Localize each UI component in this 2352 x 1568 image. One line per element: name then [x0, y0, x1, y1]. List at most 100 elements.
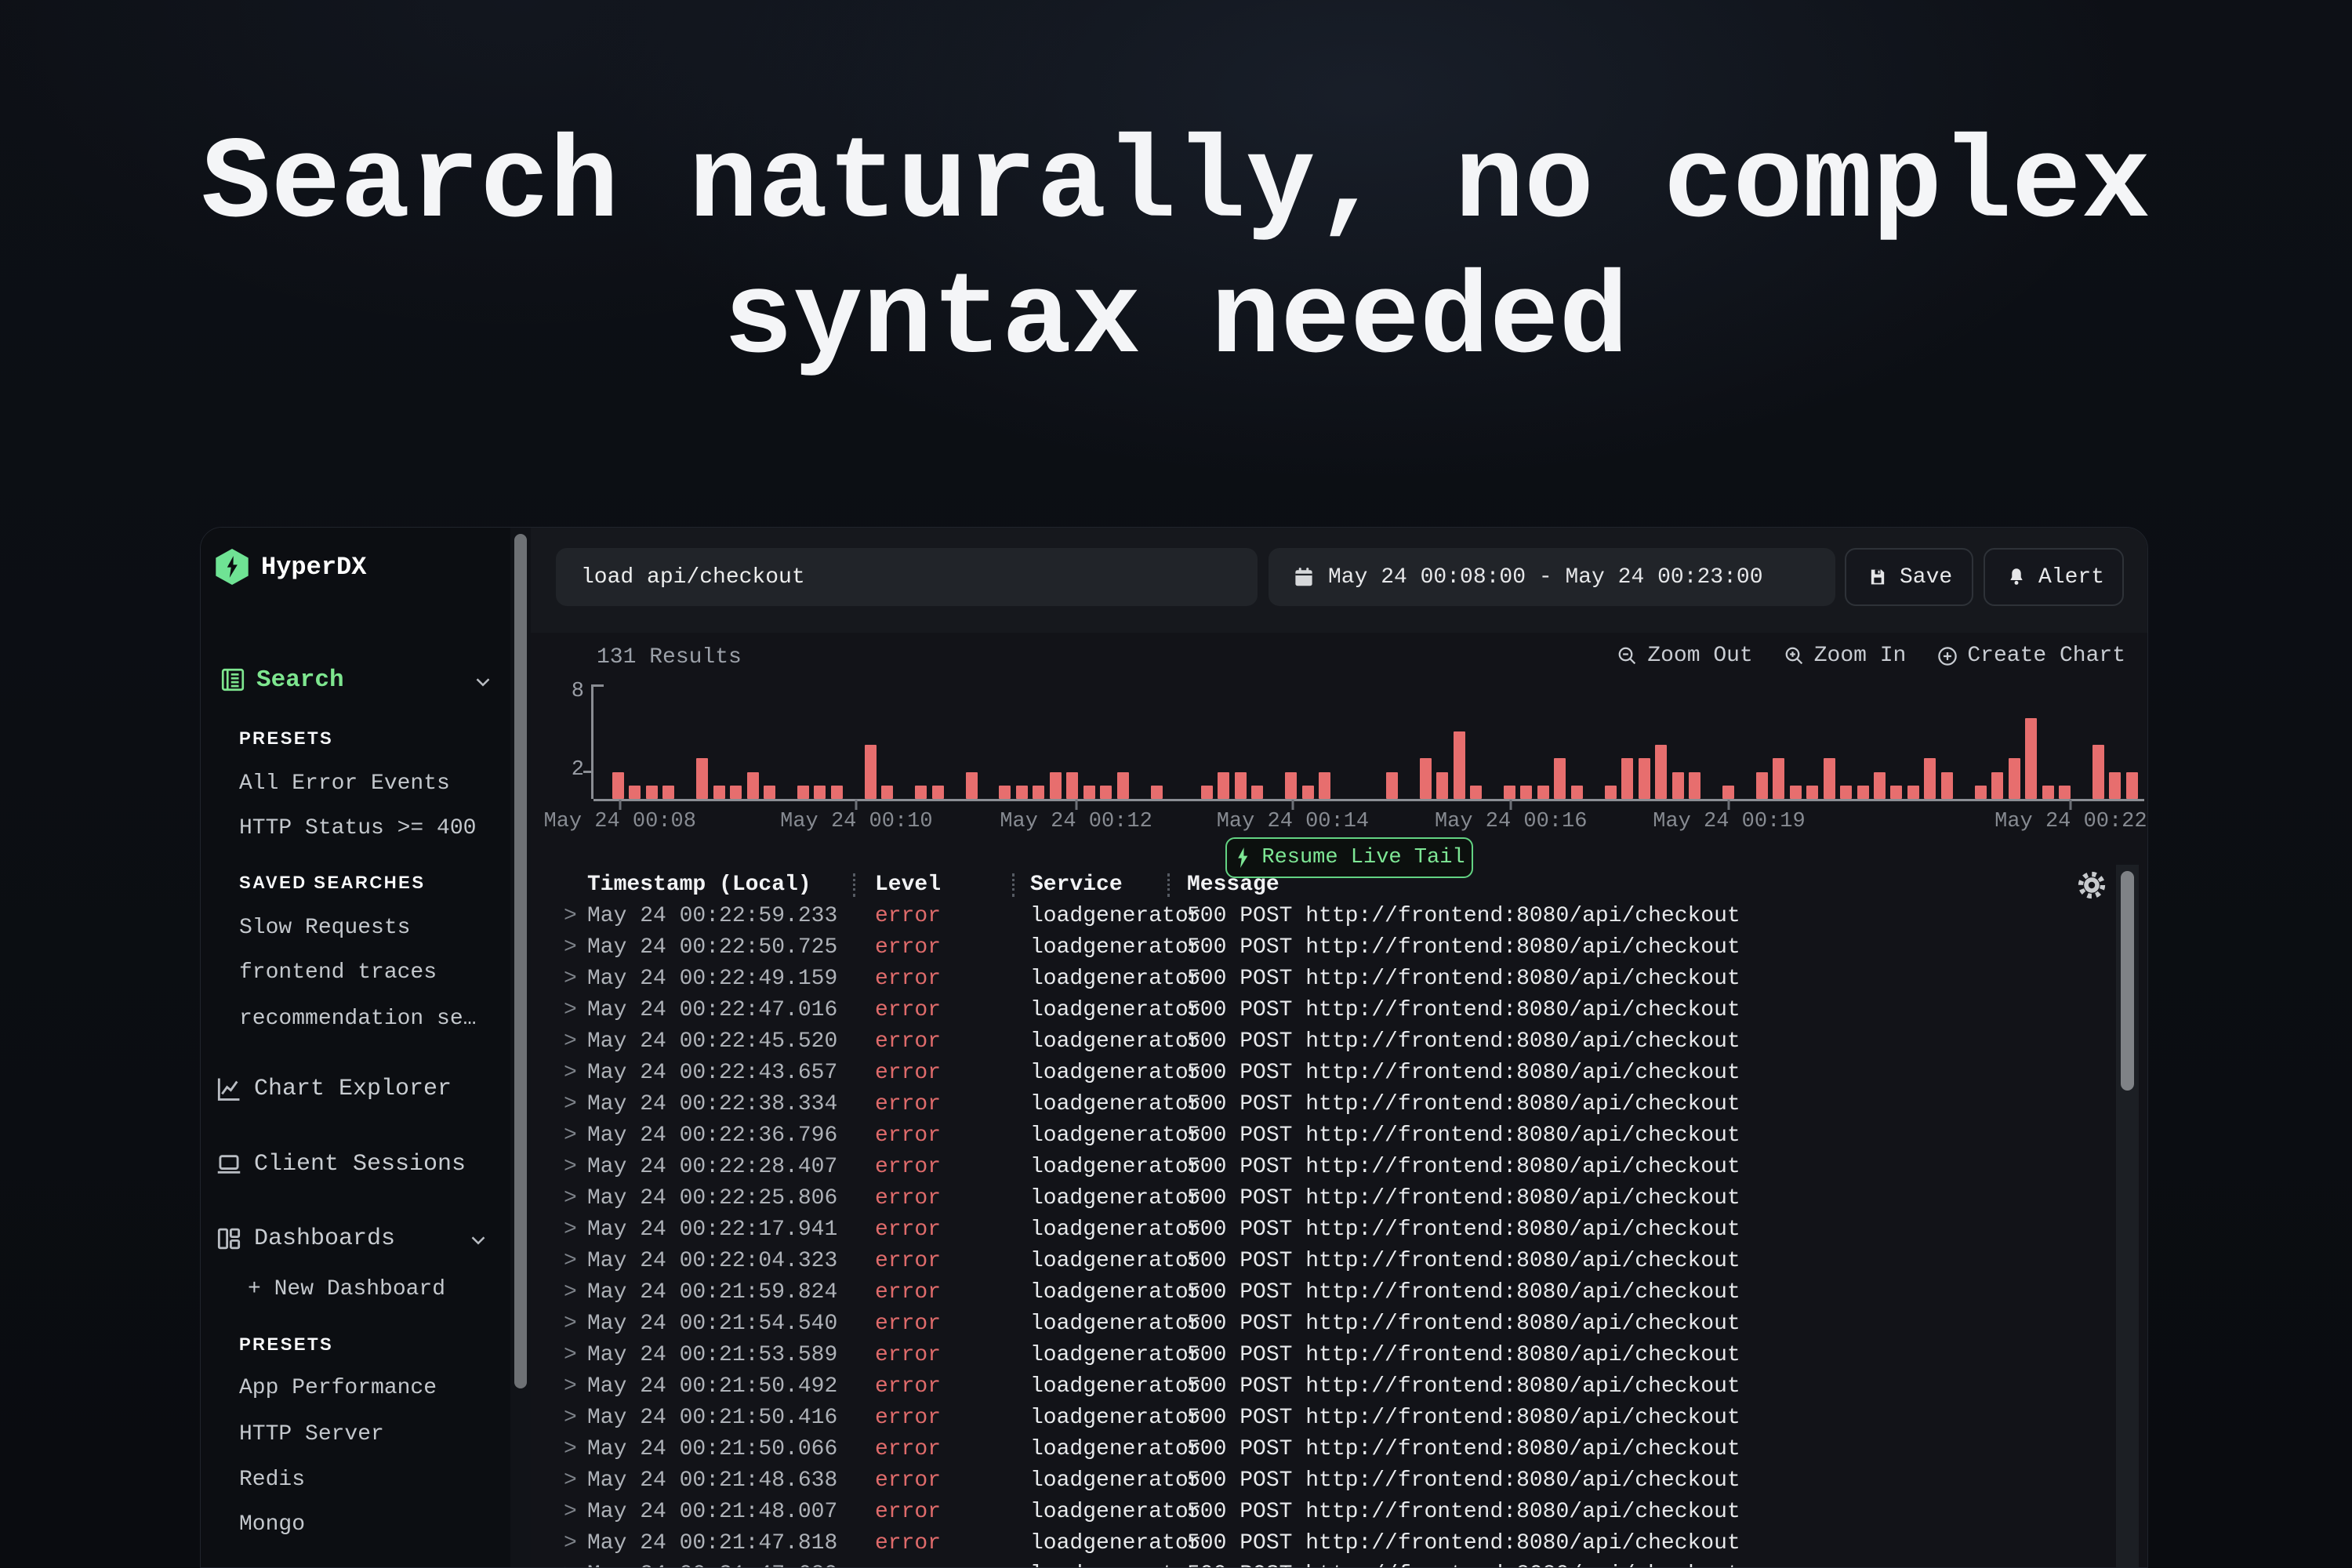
sidebar-item-mongo[interactable]: Mongo [239, 1512, 305, 1537]
table-row[interactable]: >May 24 00:22:59.233errorloadgenerator50… [531, 901, 2100, 932]
table-row[interactable]: >May 24 00:21:53.589errorloadgenerator50… [531, 1340, 2100, 1371]
create-chart-button[interactable]: Create Chart [1936, 644, 2125, 668]
table-row[interactable]: >May 24 00:22:04.323errorloadgenerator50… [531, 1246, 2100, 1277]
table-row[interactable]: >May 24 00:22:17.941errorloadgenerator50… [531, 1214, 2100, 1246]
table-scrollbar-thumb[interactable] [2121, 871, 2134, 1091]
table-row[interactable]: >May 24 00:21:50.066errorloadgenerator50… [531, 1434, 2100, 1465]
dashboard-presets-section-label: PRESETS [239, 1334, 333, 1355]
histogram-bar [1251, 786, 1263, 799]
table-row[interactable]: >May 24 00:21:48.638errorloadgenerator50… [531, 1465, 2100, 1497]
y-axis-label-2: 2 [551, 758, 584, 782]
row-level: error [853, 1214, 1012, 1246]
line-chart-icon [214, 1074, 244, 1104]
row-expand-chevron: > [531, 1152, 587, 1183]
table-row[interactable]: >May 24 00:22:38.334errorloadgenerator50… [531, 1089, 2100, 1120]
sidebar-item-slow-requests[interactable]: Slow Requests [239, 916, 410, 940]
column-header-level[interactable]: Level [853, 868, 1012, 902]
row-timestamp: May 24 00:22:17.941 [587, 1214, 853, 1246]
column-header-service[interactable]: Service [1012, 868, 1167, 902]
histogram-bar [2092, 745, 2104, 799]
table-row[interactable]: >May 24 00:22:28.407errorloadgenerator50… [531, 1152, 2100, 1183]
table-row[interactable]: >May 24 00:22:25.806errorloadgenerator50… [531, 1183, 2100, 1214]
table-scrollbar[interactable] [2116, 865, 2139, 1567]
row-timestamp: May 24 00:21:48.638 [587, 1465, 853, 1497]
sidebar-item-app-performance[interactable]: App Performance [239, 1376, 437, 1400]
table-row[interactable]: >May 24 00:21:48.007errorloadgenerator50… [531, 1497, 2100, 1528]
sidebar-item-frontend-traces[interactable]: frontend traces [239, 960, 437, 985]
histogram-bar [1319, 772, 1330, 800]
row-level: error [853, 1152, 1012, 1183]
row-message: 500 POST http://frontend:8080/api/checko… [1167, 1497, 2100, 1528]
time-range-value: May 24 00:08:00 - May 24 00:23:00 [1328, 565, 1763, 590]
table-row[interactable]: >May 24 00:22:36.796errorloadgenerator50… [531, 1120, 2100, 1152]
x-axis-tick-label: May 24 00:19 [1653, 810, 1805, 833]
table-row[interactable]: >May 24 00:21:59.824errorloadgenerator50… [531, 1277, 2100, 1308]
sidebar-item-client-sessions[interactable]: Client Sessions [214, 1149, 496, 1179]
sidebar: HyperDX Search PRESETS All Error Events … [201, 528, 510, 1567]
alert-button[interactable]: Alert [1984, 548, 2124, 606]
row-timestamp: May 24 00:22:25.806 [587, 1183, 853, 1214]
histogram-bar [1033, 786, 1044, 799]
time-range-picker[interactable]: May 24 00:08:00 - May 24 00:23:00 [1269, 548, 1835, 606]
bell-icon [2005, 566, 2027, 588]
histogram-bar [915, 786, 927, 799]
hexagon-bolt-icon [214, 549, 250, 585]
page-title-line1: Search naturally, no complex [201, 120, 2151, 251]
table-row[interactable]: >May 24 00:21:47.689errorloadgenerator50… [531, 1559, 2100, 1567]
sidebar-item-http-server[interactable]: HTTP Server [239, 1422, 384, 1446]
zoom-in-button[interactable]: Zoom In [1783, 644, 1907, 668]
sidebar-scrollbar[interactable] [510, 528, 531, 1567]
sidebar-item-search[interactable]: Search [219, 666, 493, 694]
table-row[interactable]: >May 24 00:22:50.725errorloadgenerator50… [531, 932, 2100, 964]
row-expand-chevron: > [531, 1403, 587, 1434]
histogram-bar [1537, 786, 1549, 799]
table-row[interactable]: >May 24 00:22:49.159errorloadgenerator50… [531, 964, 2100, 995]
histogram-bar [1874, 772, 1886, 800]
sidebar-item-recommendation[interactable]: recommendation se… [239, 1007, 476, 1031]
sidebar-item-all-error-events[interactable]: All Error Events [239, 771, 450, 796]
sidebar-scrollbar-thumb[interactable] [514, 534, 527, 1388]
histogram-bar [1218, 772, 1229, 800]
histogram-bar [1790, 786, 1802, 799]
sidebar-item-dashboards[interactable]: Dashboards [214, 1224, 496, 1254]
resume-live-tail-button[interactable]: Resume Live Tail [1225, 837, 1473, 878]
table-row[interactable]: >May 24 00:21:50.492errorloadgenerator50… [531, 1371, 2100, 1403]
histogram-bar [1924, 758, 1936, 799]
sidebar-item-redis[interactable]: Redis [239, 1468, 305, 1492]
save-button[interactable]: Save [1845, 548, 1973, 606]
app-logo[interactable]: HyperDX [214, 549, 366, 585]
chevron-down-icon[interactable] [471, 670, 495, 694]
y-axis-label-8: 8 [551, 680, 584, 703]
sidebar-item-new-dashboard[interactable]: + New Dashboard [248, 1277, 445, 1301]
row-message: 500 POST http://frontend:8080/api/checko… [1167, 1214, 2100, 1246]
table-row[interactable]: >May 24 00:22:47.016errorloadgenerator50… [531, 995, 2100, 1026]
histogram-bar [1890, 786, 1902, 799]
column-header-timestamp[interactable]: Timestamp (Local) [587, 868, 853, 902]
chevron-down-icon[interactable] [466, 1229, 490, 1252]
row-expand-chevron: > [531, 1371, 587, 1403]
search-input[interactable] [556, 548, 1258, 606]
table-row[interactable]: >May 24 00:21:54.540errorloadgenerator50… [531, 1308, 2100, 1340]
histogram-bar [1066, 772, 1078, 800]
sidebar-item-http-status-400[interactable]: HTTP Status >= 400 [239, 816, 476, 840]
histogram-bar [1117, 772, 1129, 800]
sidebar-item-chart-explorer[interactable]: Chart Explorer [214, 1074, 496, 1104]
table-row[interactable]: >May 24 00:21:50.416errorloadgenerator50… [531, 1403, 2100, 1434]
table-row[interactable]: >May 24 00:21:47.818errorloadgenerator50… [531, 1528, 2100, 1559]
row-message: 500 POST http://frontend:8080/api/checko… [1167, 901, 2100, 932]
row-service: loadgenerator [1012, 1246, 1167, 1277]
gear-icon[interactable] [2075, 867, 2111, 903]
row-expand-chevron: > [531, 1089, 587, 1120]
histogram-bar [1016, 786, 1028, 799]
table-row[interactable]: >May 24 00:22:45.520errorloadgenerator50… [531, 1026, 2100, 1058]
y-axis [591, 684, 604, 799]
zoom-out-button[interactable]: Zoom Out [1616, 644, 1752, 668]
main-panel: May 24 00:08:00 - May 24 00:23:00 Save A… [531, 528, 2147, 1567]
zoom-in-icon [1783, 644, 1806, 668]
histogram-bar [2126, 772, 2138, 800]
histogram-bars[interactable] [612, 691, 2138, 799]
table-row[interactable]: >May 24 00:22:43.657errorloadgenerator50… [531, 1058, 2100, 1089]
histogram-bar [2042, 786, 2054, 799]
row-level: error [853, 1465, 1012, 1497]
laptop-icon [214, 1149, 244, 1179]
